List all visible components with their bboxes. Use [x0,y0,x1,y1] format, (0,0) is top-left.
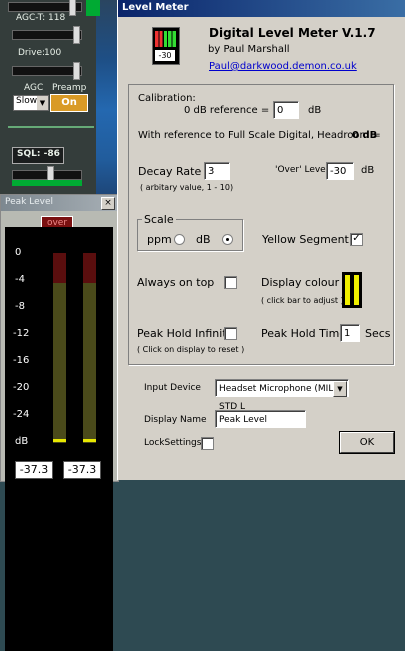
peak-level-titlebar[interactable]: Peak Level × [1,195,118,211]
ok-button[interactable]: OK [339,431,395,454]
lock-settings-checkbox[interactable] [201,437,214,450]
colour-bar-left[interactable] [345,275,350,305]
drive-label: Drive: [18,48,46,58]
ppm-radio[interactable] [174,234,185,245]
yellow-segment-checkbox[interactable]: ✓ [350,233,363,246]
left-meter-bar [53,283,66,443]
headroom-text: With reference to Full Scale Digital, He… [138,130,381,141]
always-on-top-checkbox[interactable] [224,276,237,289]
input-device-label: Input Device [144,383,201,393]
scale-label: -4 [15,274,25,285]
right-readout: -37.3 [63,461,101,479]
drive-slider[interactable] [12,62,82,80]
secs-label: Secs [365,327,391,340]
scale-label: -8 [15,301,25,312]
display-colour-swatch[interactable] [342,272,362,308]
peak-hold-infinite-checkbox[interactable] [224,327,237,340]
ppm-label: ppm [147,233,172,246]
always-on-top-label: Always on top [137,276,215,289]
agc-label: AGC [24,83,44,93]
scale-label: dB [15,436,29,447]
db-radio[interactable] [222,234,233,245]
close-icon[interactable]: × [101,197,115,210]
zero-ref-label: 0 dB reference = [184,105,270,116]
sql-slider[interactable] [12,166,82,184]
meter-display[interactable]: 0 -4 -8 -12 -16 -20 -24 dB [5,227,113,651]
scale-label: -24 [13,409,30,420]
email-link[interactable]: Paul@darkwood.demon.co.uk [209,61,357,72]
decay-rate-label: Decay Rate [138,165,202,178]
scale-label: -20 [13,382,30,393]
peak-level-window: Peak Level × over 0 -4 -8 -12 -16 -20 -2… [0,194,119,651]
reset-note: ( Click on display to reset ) [137,345,245,354]
left-readout: -37.3 [15,461,53,479]
right-meter-over-segment [83,253,96,283]
level-meter-titlebar[interactable]: Level Meter [118,0,405,17]
scale-label: -16 [13,355,30,366]
click-bar-note: ( click bar to adjust ) [261,296,344,305]
sql-badge: SQL: -86 [12,147,64,164]
db-scale-label: dB [196,233,211,246]
over-level-unit: dB [361,165,375,176]
scale-label: 0 [15,247,22,258]
drive-value: 100 [44,48,62,58]
peak-hold-time-input[interactable]: 1 [340,324,360,342]
scale-label: -12 [13,328,30,339]
zero-ref-input[interactable]: 0 [273,101,299,119]
chevron-down-icon[interactable]: ▼ [333,381,347,397]
preamp-label: Preamp [52,83,87,93]
agc-select[interactable]: Slow ▼ [13,95,49,111]
author-text: by Paul Marshall [208,44,290,55]
calibration-label: Calibration: [138,93,196,104]
scale-label: Scale [142,213,176,226]
peak-level-title: Peak Level [5,197,53,207]
agc-t-label: AGC-T: [16,13,46,23]
display-name-input[interactable]: Peak Level [215,410,306,428]
app-name: Digital Level Meter V.1.7 [209,26,376,40]
over-level-input[interactable]: -30 [326,162,354,180]
headroom-value: 0 dB [352,130,378,141]
agc-t-slider[interactable] [12,26,82,44]
top-slider[interactable] [8,0,82,16]
lock-settings-label: LockSettings [144,438,202,448]
display-colour-label: Display colour [261,276,340,289]
right-meter-bar [83,283,96,443]
chevron-down-icon: ▼ [37,96,48,110]
peak-hold-infinite-label: Peak Hold Infinite [137,327,234,340]
yellow-segment-label: Yellow Segment [262,233,349,246]
left-peak-indicator [53,439,66,442]
level-meter-window: Level Meter -30 Digital Level Meter V.1.… [117,0,405,480]
input-device-select[interactable]: Headset Microphone (MIL-STD L ▼ [215,379,349,412]
left-meter-over-segment [53,253,66,283]
app-logo-icon: -30 [152,27,180,65]
over-level-label: 'Over' Level [275,165,329,175]
peak-hold-time-label: Peak Hold Time [261,327,347,340]
zero-ref-unit: dB [308,105,322,116]
decay-rate-input[interactable]: 3 [204,162,230,180]
level-meter-title: Level Meter [122,2,189,13]
agc-t-value: 118 [48,13,66,23]
right-peak-indicator [83,439,96,442]
colour-bar-right[interactable] [354,275,359,305]
preamp-button[interactable]: On [50,94,88,112]
display-name-label: Display Name [144,415,207,425]
decay-note: ( arbitary value, 1 - 10) [140,183,234,192]
